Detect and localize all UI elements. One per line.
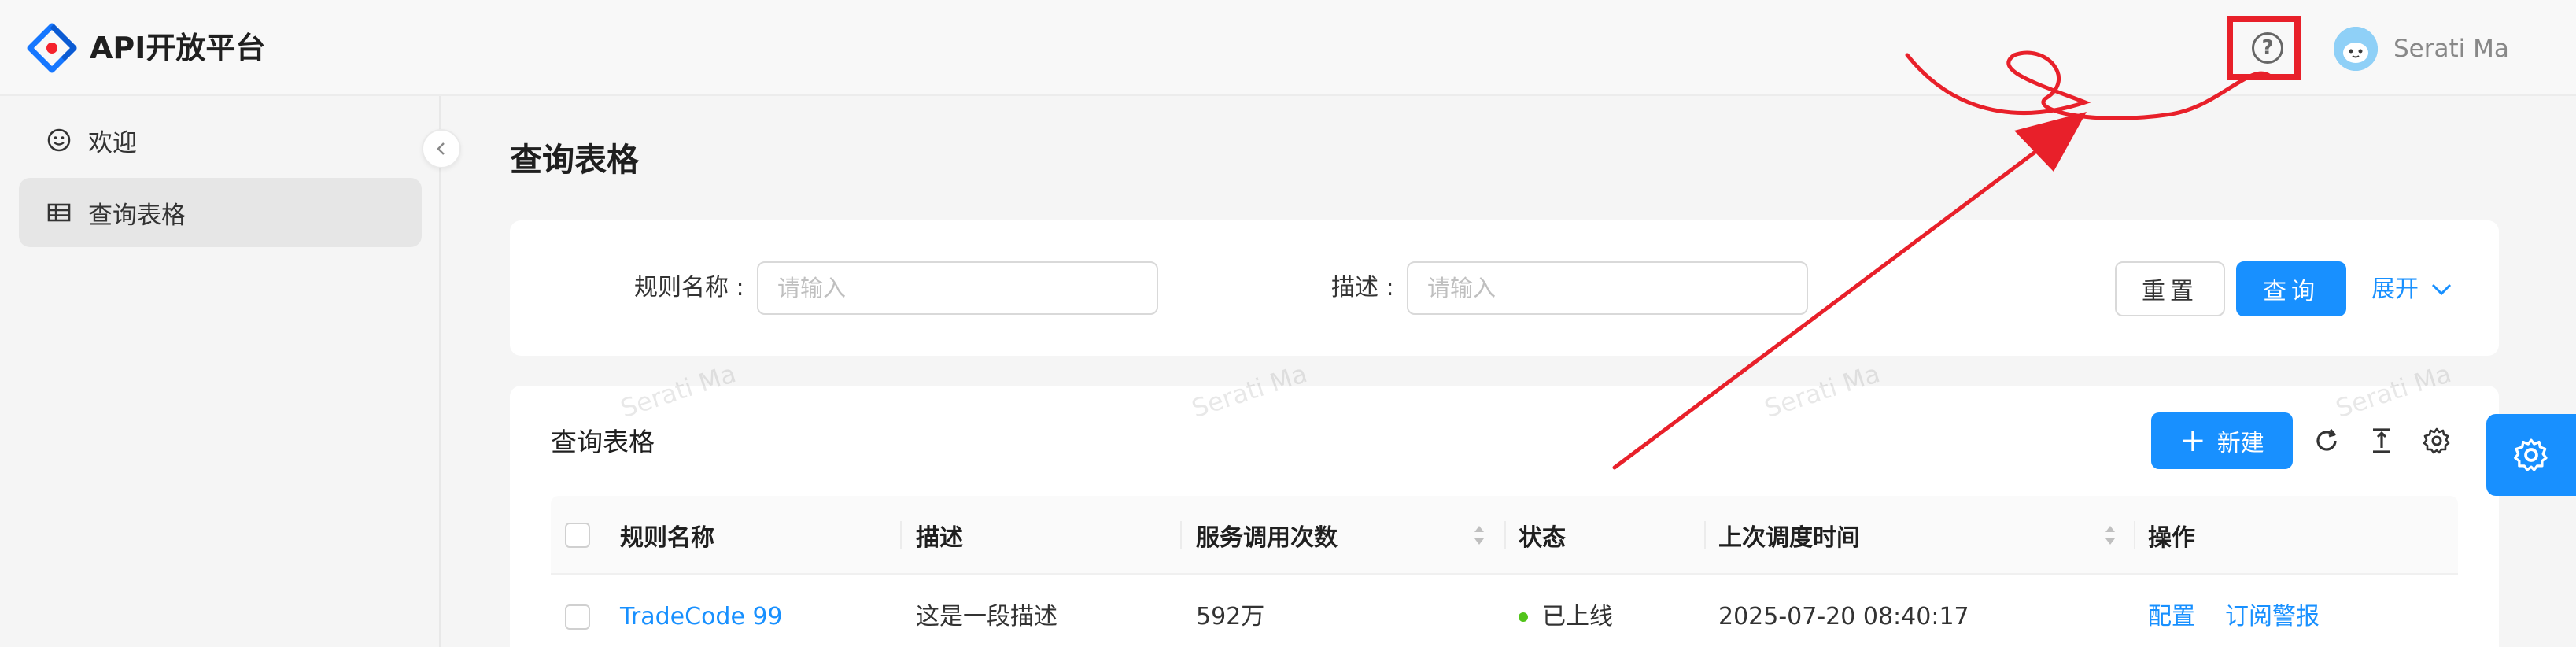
- column-header-description[interactable]: 描述: [916, 496, 963, 575]
- sort-icon[interactable]: [1471, 521, 1487, 549]
- status-cell: 已上线: [1542, 603, 1613, 630]
- sidebar-item-welcome[interactable]: 欢迎: [19, 105, 422, 175]
- column-divider: [2134, 521, 2135, 549]
- column-divider: [900, 521, 902, 549]
- sidebar-item-label: 查询表格: [88, 201, 186, 230]
- reload-icon[interactable]: [2312, 426, 2342, 456]
- app-root: API开放平台 ? Serati Ma 欢迎 查询表格 查询表格 规则名称: …: [0, 0, 2576, 647]
- user-avatar-icon: [2334, 27, 2378, 71]
- reset-button[interactable]: 重置: [2115, 261, 2225, 316]
- question-circle-icon: ?: [2252, 32, 2283, 64]
- new-button[interactable]: + 新建: [2151, 412, 2293, 469]
- help-button[interactable]: ?: [2233, 19, 2302, 77]
- top-header: API开放平台 ? Serati Ma: [0, 0, 2576, 96]
- new-button-label: 新建: [2216, 430, 2264, 457]
- rule-name-label: 规则名称 :: [634, 274, 744, 301]
- column-header-call-count[interactable]: 服务调用次数: [1196, 496, 1338, 575]
- rule-name-input[interactable]: [757, 261, 1158, 315]
- expand-label: 展开: [2371, 275, 2419, 303]
- expand-toggle[interactable]: 展开: [2371, 274, 2453, 305]
- subscribe-alert-link[interactable]: 订阅警报: [2225, 600, 2320, 634]
- sidebar-item-label: 欢迎: [88, 128, 137, 157]
- last-schedule-cell: 2025-07-20 08:40:17: [1718, 603, 1969, 630]
- app-title[interactable]: API开放平台: [90, 28, 265, 68]
- column-header-status[interactable]: 状态: [1519, 496, 1566, 575]
- plus-icon: +: [2179, 423, 2206, 459]
- select-all-checkbox[interactable]: [565, 523, 590, 548]
- query-button[interactable]: 查询: [2236, 261, 2346, 316]
- setting-icon: [2514, 438, 2548, 471]
- rule-name-link[interactable]: TradeCode 99: [620, 600, 783, 634]
- sidebar-collapse-button[interactable]: [422, 129, 461, 168]
- description-cell: 这是一段描述: [916, 603, 1057, 630]
- page-title: 查询表格: [510, 141, 639, 179]
- column-header-rule-name[interactable]: 规则名称: [620, 496, 714, 575]
- call-count-cell: 592万: [1196, 603, 1265, 630]
- column-header-last-schedule[interactable]: 上次调度时间: [1718, 496, 1860, 575]
- avatar[interactable]: [2334, 27, 2378, 71]
- logo-icon[interactable]: [27, 23, 77, 73]
- row-checkbox[interactable]: [565, 604, 590, 630]
- table-icon: [46, 199, 72, 226]
- sidebar: 欢迎 查询表格: [0, 96, 441, 647]
- sort-icon[interactable]: [2102, 521, 2118, 549]
- configure-link[interactable]: 配置: [2148, 600, 2195, 634]
- column-divider: [1704, 521, 1706, 549]
- smile-icon: [46, 127, 72, 153]
- column-divider: [1180, 521, 1182, 549]
- description-input[interactable]: [1407, 261, 1808, 315]
- description-label: 描述 :: [1331, 274, 1394, 301]
- table-title: 查询表格: [551, 427, 655, 457]
- sidebar-item-query-table[interactable]: 查询表格: [19, 178, 422, 247]
- chevron-down-icon: [2431, 283, 2452, 296]
- user-name[interactable]: Serati Ma: [2393, 33, 2509, 65]
- column-height-icon[interactable]: [2367, 426, 2397, 456]
- chevron-left-icon: [437, 142, 445, 155]
- settings-drawer-button[interactable]: [2486, 414, 2576, 496]
- column-header-actions: 操作: [2148, 524, 2195, 552]
- setting-icon[interactable]: [2422, 426, 2452, 456]
- status-dot: [1519, 612, 1528, 622]
- annotation-arrow-head: [2014, 112, 2087, 172]
- column-divider: [1504, 521, 1506, 549]
